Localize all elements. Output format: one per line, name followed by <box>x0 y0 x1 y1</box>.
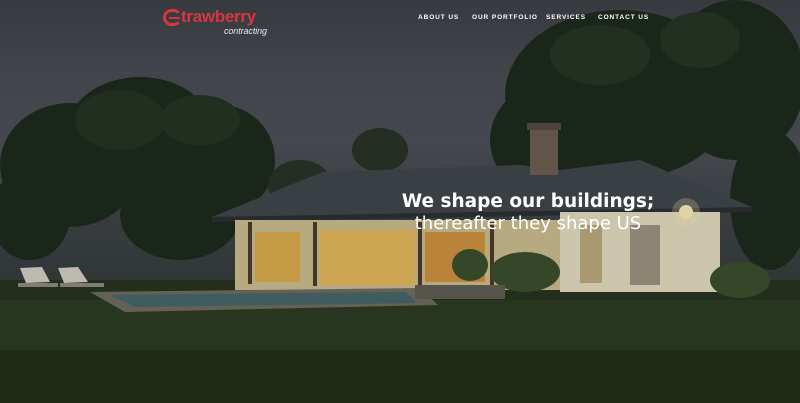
nav-our-portfolio[interactable]: OUR PORTFOLIO <box>472 14 538 21</box>
nav-services[interactable]: SERVICES <box>546 14 586 21</box>
hero-headline: We shape our buildings; <box>401 191 655 212</box>
nav-about-us[interactable]: ABOUT US <box>418 14 459 21</box>
hero-subheadline: thereafter they shape US <box>414 213 642 234</box>
nav-contact-us[interactable]: CONTACT US <box>598 14 649 21</box>
